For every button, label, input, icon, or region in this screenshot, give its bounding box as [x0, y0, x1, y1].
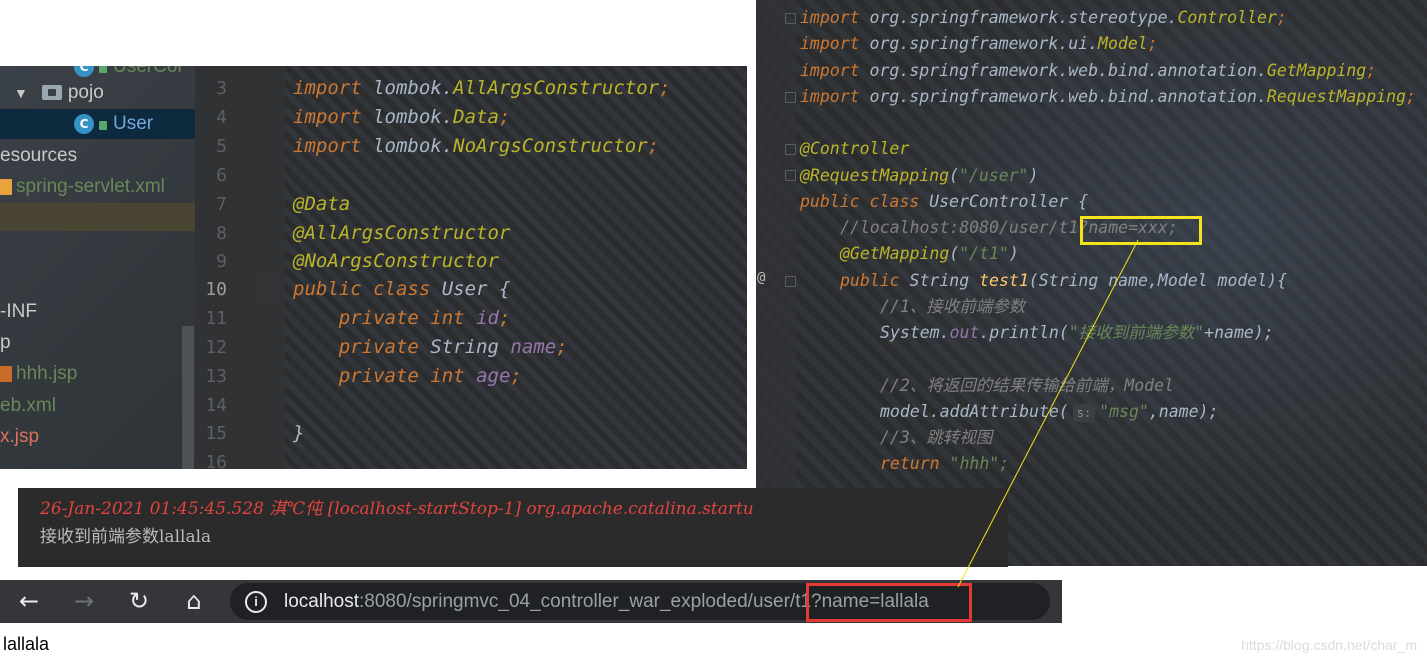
- home-icon[interactable]: ⌂: [174, 580, 214, 623]
- console-output-line: 接收到前端参数lallala: [40, 527, 212, 547]
- code-line: @AllArgsConstructor: [293, 222, 511, 244]
- code-line: System.out.println("接收到前端参数"+name);: [880, 323, 1274, 342]
- code-line: import org.springframework.stereotype.Co…: [800, 8, 1287, 27]
- reload-icon[interactable]: ↻: [119, 580, 159, 623]
- code-line: public class User {: [293, 278, 511, 300]
- project-tree: C UserCor ▼ pojo C User esources spring-ser…: [0, 66, 195, 469]
- info-icon[interactable]: i: [245, 591, 267, 613]
- tree-item-p[interactable]: p: [0, 328, 11, 358]
- tree-item-hhh-jsp[interactable]: hhh.jsp: [0, 359, 77, 389]
- code-line: @Data: [293, 193, 351, 215]
- code-line: private int id;: [338, 307, 511, 329]
- code-line: public class UserController {: [800, 192, 1089, 211]
- line-number: 7: [216, 194, 227, 215]
- code-line: public String test1(String name,Model mo…: [840, 271, 1288, 290]
- fold-icon[interactable]: [785, 170, 796, 181]
- tree-item-spring-servlet[interactable]: spring-servlet.xml: [0, 172, 165, 202]
- code-comment: //3、跳转视图: [880, 428, 993, 447]
- line-number: 8: [216, 223, 227, 244]
- fold-icon[interactable]: [785, 276, 796, 287]
- code-line: return "hhh";: [880, 454, 1010, 473]
- class-icon: C: [74, 66, 94, 77]
- right-ide-panel: @ import org.springframework.stereotype.…: [756, 0, 1427, 566]
- watermark: https://blog.csdn.net/char_m: [1241, 637, 1417, 653]
- code-line: import lombok.NoArgsConstructor;: [293, 135, 660, 157]
- line-number: 5: [216, 136, 227, 157]
- tree-item-web-inf[interactable]: -INF: [0, 297, 37, 327]
- code-line: import org.springframework.web.bind.anno…: [800, 87, 1416, 106]
- console-log-line: 26-Jan-2021 01:45:45.528 淇℃伅 [localhost-…: [40, 499, 754, 519]
- class-icon: C: [74, 113, 94, 134]
- fold-icon[interactable]: [785, 144, 796, 155]
- fold-icon[interactable]: [785, 13, 796, 24]
- tree-item-resources[interactable]: esources: [0, 141, 77, 171]
- code-comment: //1、接收前端参数: [880, 297, 1026, 316]
- console-output: 26-Jan-2021 01:45:45.528 淇℃伅 [localhost-…: [18, 488, 1008, 567]
- line-number: 15: [205, 423, 227, 444]
- code-line: @Controller: [800, 139, 910, 158]
- chevron-down-icon: ▼: [14, 85, 28, 101]
- code-line: import org.springframework.web.bind.anno…: [800, 61, 1377, 80]
- line-number-gutter: 3 4 5 6 7 8 9 10 11 12 13 14 15 16: [195, 66, 285, 469]
- code-editor-user[interactable]: import lombok.AllArgsConstructor; import…: [285, 66, 747, 469]
- line-number: 4: [216, 107, 227, 128]
- code-line: private String name;: [338, 336, 568, 358]
- highlight-box-red: [806, 583, 972, 622]
- line-number: 12: [205, 337, 227, 358]
- line-number: 11: [205, 308, 227, 329]
- code-comment: //2、将返回的结果传输给前端，Model: [880, 376, 1174, 395]
- line-number: 14: [205, 395, 227, 416]
- tree-scrollbar[interactable]: [182, 326, 194, 469]
- left-ide-panel: C UserCor ▼ pojo C User esources spring-ser…: [0, 66, 747, 469]
- highlight-box-yellow: [1080, 216, 1202, 245]
- code-line: }: [293, 422, 305, 444]
- line-number-current: 10: [205, 279, 227, 300]
- code-line: import lombok.AllArgsConstructor;: [293, 77, 671, 99]
- tree-item-pojo[interactable]: ▼ pojo: [14, 78, 104, 108]
- forward-icon[interactable]: →: [64, 580, 104, 623]
- code-line: model.addAttribute(s: "msg",name);: [880, 402, 1219, 422]
- code-line: @GetMapping("/t1"): [840, 244, 1019, 263]
- parameter-hint: s:: [1072, 404, 1096, 422]
- tree-item-index-jsp[interactable]: x.jsp: [0, 422, 39, 452]
- line-number: 6: [216, 165, 227, 186]
- code-line: import lombok.Data;: [293, 106, 511, 128]
- line-number: 9: [216, 251, 227, 272]
- line-number: 3: [216, 78, 227, 99]
- tree-item-blank[interactable]: [0, 203, 195, 231]
- lock-icon: [99, 121, 107, 131]
- jsp-file-icon: [0, 365, 12, 382]
- at-marker-icon: @: [757, 270, 766, 286]
- lock-icon: [99, 66, 107, 74]
- code-line: @RequestMapping("/user"): [800, 166, 1039, 185]
- tree-item-web-xml[interactable]: eb.xml: [0, 391, 56, 421]
- fold-icon[interactable]: [785, 92, 796, 103]
- code-line: import org.springframework.ui.Model;: [800, 34, 1158, 53]
- folder-icon: [41, 85, 62, 101]
- code-line: @NoArgsConstructor: [293, 250, 499, 272]
- tree-item-user[interactable]: C User: [0, 109, 195, 139]
- response-body-text: lallala: [3, 634, 50, 654]
- line-number: 13: [205, 366, 227, 387]
- back-icon[interactable]: ←: [9, 580, 49, 623]
- code-line: private int age;: [338, 365, 522, 387]
- xml-file-icon: [0, 178, 12, 195]
- line-number: 16: [205, 452, 227, 469]
